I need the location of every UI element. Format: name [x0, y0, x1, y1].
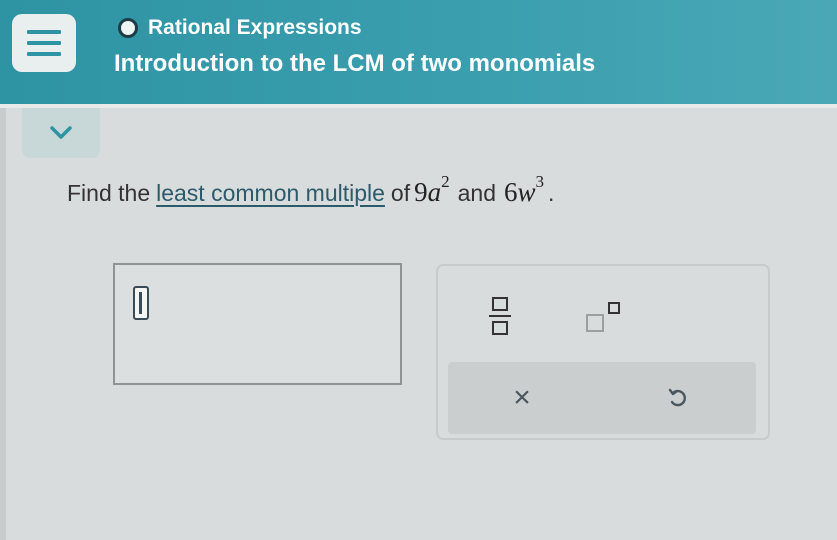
topic-title: Rational Expressions: [148, 16, 362, 39]
undo-button[interactable]: [656, 376, 700, 420]
left-edge: [0, 108, 6, 540]
superscript-button[interactable]: [578, 288, 632, 344]
monomial-1: 9a2: [414, 172, 450, 208]
monomial-2-var: w: [517, 177, 536, 207]
topic-row: Rational Expressions: [118, 15, 362, 41]
monomial-2-exp: 3: [535, 172, 545, 191]
problem-statement: Find the least common multiple of 9a2 an…: [67, 172, 555, 208]
prompt-of: of: [390, 180, 411, 206]
chevron-down-icon: [50, 126, 72, 139]
collapse-button[interactable]: [22, 108, 100, 158]
monomial-2-coef: 6: [503, 177, 518, 207]
prompt-prefix: Find the: [67, 180, 151, 206]
lesson-title: Introduction to the LCM of two monomials: [114, 50, 596, 77]
lcm-definition-link[interactable]: least common multiple: [156, 180, 385, 207]
topic-status-icon: [118, 18, 138, 38]
clear-button[interactable]: ×: [500, 376, 544, 420]
monomial-1-exp: 2: [441, 172, 450, 191]
top-header: Rational Expressions Introduction to the…: [0, 0, 837, 108]
text-cursor-icon: [133, 286, 149, 320]
prompt-period: .: [548, 180, 555, 206]
monomial-1-coef: 9: [414, 177, 428, 207]
hamburger-icon: [27, 30, 61, 56]
undo-icon: [668, 388, 686, 407]
answer-input[interactable]: [113, 263, 402, 385]
close-icon: ×: [513, 381, 531, 414]
fraction-icon: [489, 297, 511, 335]
fraction-button[interactable]: [478, 288, 522, 344]
monomial-2: 6w3: [503, 172, 544, 208]
keypad-actions: ×: [448, 362, 756, 434]
menu-button[interactable]: [12, 14, 76, 72]
prompt-and: and: [457, 180, 496, 206]
math-keypad: ×: [436, 264, 770, 440]
monomial-1-var: a: [427, 177, 442, 207]
